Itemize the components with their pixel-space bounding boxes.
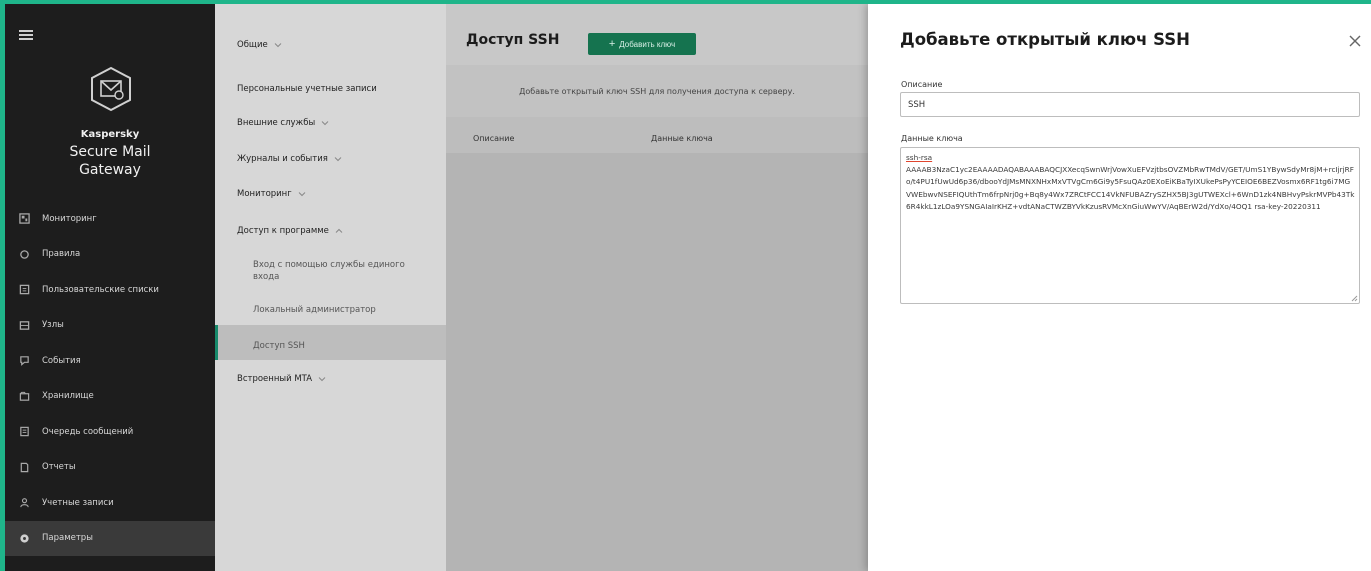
settings-item-label: Встроенный MTA [237, 374, 313, 384]
settings-item-external-services[interactable]: Внешние службы [237, 118, 329, 128]
monitor-icon [18, 213, 30, 225]
list-icon [18, 284, 30, 296]
ssh-access-page: Доступ SSH + Добавить ключ Добавьте откр… [446, 4, 868, 571]
app-window: Kaspersky Secure Mail Gateway Мониторинг… [0, 0, 1371, 571]
storage-icon [18, 390, 30, 402]
settings-item-label: Вход с помощью службы единого входа [253, 260, 405, 282]
settings-item-builtin-mta[interactable]: Встроенный MTA [237, 374, 326, 384]
sidebar-item-events[interactable]: События [5, 343, 215, 379]
add-key-button[interactable]: + Добавить ключ [588, 33, 696, 55]
description-label: Описание [901, 80, 943, 89]
sidebar-item-storage[interactable]: Хранилище [5, 379, 215, 415]
key-body: AAAAB3NzaC1yc2EAAAADAQABAAABAQCJXXecqSwn… [906, 165, 1355, 211]
chevron-up-icon [335, 228, 343, 233]
sidebar-item-label: Отчеты [42, 462, 76, 473]
circle-icon [18, 248, 30, 260]
sidebar-item-user-lists[interactable]: Пользовательские списки [5, 272, 215, 308]
main-sidebar: Kaspersky Secure Mail Gateway Мониторинг… [5, 4, 215, 571]
settings-item-logs-events[interactable]: Журналы и события [237, 154, 342, 164]
sidebar-item-accounts[interactable]: Учетные записи [5, 485, 215, 521]
sidebar-item-monitoring[interactable]: Мониторинг [5, 201, 215, 237]
settings-item-sso-login[interactable]: Вход с помощью службы единого входа [253, 259, 433, 283]
sidebar-nav: Мониторинг Правила Пользовательские спис… [5, 201, 215, 556]
sidebar-item-label: Пользовательские списки [42, 284, 159, 295]
sidebar-item-label: Правила [42, 249, 81, 260]
settings-item-label: Мониторинг [237, 189, 292, 199]
settings-item-label: Журналы и события [237, 154, 328, 164]
settings-menu: Общие Персональные учетные записи Внешни… [215, 4, 446, 571]
events-icon [18, 355, 30, 367]
sidebar-item-settings[interactable]: Параметры [5, 520, 215, 556]
server-icon [18, 319, 30, 331]
settings-item-label: Общие [237, 40, 268, 50]
sidebar-item-label: Очередь сообщений [42, 426, 134, 437]
settings-item-label: Локальный администратор [253, 305, 376, 315]
sidebar-item-label: Хранилище [42, 391, 94, 402]
column-header-key-data[interactable]: Данные ключа [651, 134, 713, 143]
chevron-down-icon [274, 43, 282, 48]
page-title: Доступ SSH [466, 32, 560, 48]
brand-company: Kaspersky [80, 129, 140, 140]
table-header: Описание Данные ключа [446, 117, 868, 153]
report-icon [18, 461, 30, 473]
settings-item-general[interactable]: Общие [237, 40, 282, 50]
brand-product-name: Secure Mail Gateway [69, 144, 151, 178]
settings-item-monitoring[interactable]: Мониторинг [237, 189, 306, 199]
settings-item-program-access[interactable]: Доступ к программе [237, 226, 343, 236]
key-data-textarea[interactable]: ssh-rsa AAAAB3NzaC1yc2EAAAADAQABAAABAQCJ… [900, 147, 1360, 304]
sidebar-item-label: Мониторинг [42, 213, 97, 224]
chevron-down-icon [321, 121, 329, 126]
chevron-down-icon [298, 192, 306, 197]
sidebar-item-label: Учетные записи [42, 497, 114, 508]
brand-product: Secure Mail Gateway [5, 143, 215, 179]
sidebar-item-label: Узлы [42, 320, 64, 331]
resize-grip-icon[interactable] [1350, 294, 1358, 302]
settings-item-label: Внешние службы [237, 118, 316, 128]
sidebar-item-reports[interactable]: Отчеты [5, 450, 215, 486]
settings-item-personal-accounts[interactable]: Персональные учетные записи [237, 84, 377, 94]
empty-state-hint: Добавьте открытый ключ SSH для получения… [446, 65, 868, 117]
sidebar-item-label: События [42, 355, 81, 366]
sidebar-item-label: Параметры [42, 533, 93, 544]
column-header-description[interactable]: Описание [473, 134, 514, 143]
kaspersky-logo-icon [88, 66, 134, 112]
settings-item-label: Доступ SSH [253, 341, 305, 351]
page-header: Доступ SSH + Добавить ключ [446, 4, 868, 65]
close-icon [1349, 35, 1361, 47]
settings-item-ssh-access[interactable]: Доступ SSH [253, 340, 433, 352]
description-input[interactable] [900, 92, 1360, 117]
settings-item-label: Доступ к программе [237, 226, 329, 236]
close-button[interactable] [1346, 32, 1364, 50]
add-ssh-key-dialog: Добавьте открытый ключ SSH Описание Данн… [868, 4, 1371, 571]
plus-icon: + [608, 38, 616, 50]
sidebar-item-rules[interactable]: Правила [5, 237, 215, 273]
sidebar-item-message-queue[interactable]: Очередь сообщений [5, 414, 215, 450]
key-data-label: Данные ключа [901, 134, 963, 143]
settings-item-local-admin[interactable]: Локальный администратор [253, 304, 433, 316]
gear-icon [18, 532, 30, 544]
queue-icon [18, 426, 30, 438]
dialog-title: Добавьте открытый ключ SSH [900, 30, 1190, 49]
key-type: ssh-rsa [906, 153, 933, 162]
user-icon [18, 497, 30, 509]
add-key-label: Добавить ключ [619, 39, 676, 49]
chevron-down-icon [334, 157, 342, 162]
settings-item-label: Персональные учетные записи [237, 84, 377, 94]
chevron-down-icon [318, 377, 326, 382]
sidebar-item-nodes[interactable]: Узлы [5, 308, 215, 344]
hamburger-menu-icon[interactable] [19, 30, 33, 40]
